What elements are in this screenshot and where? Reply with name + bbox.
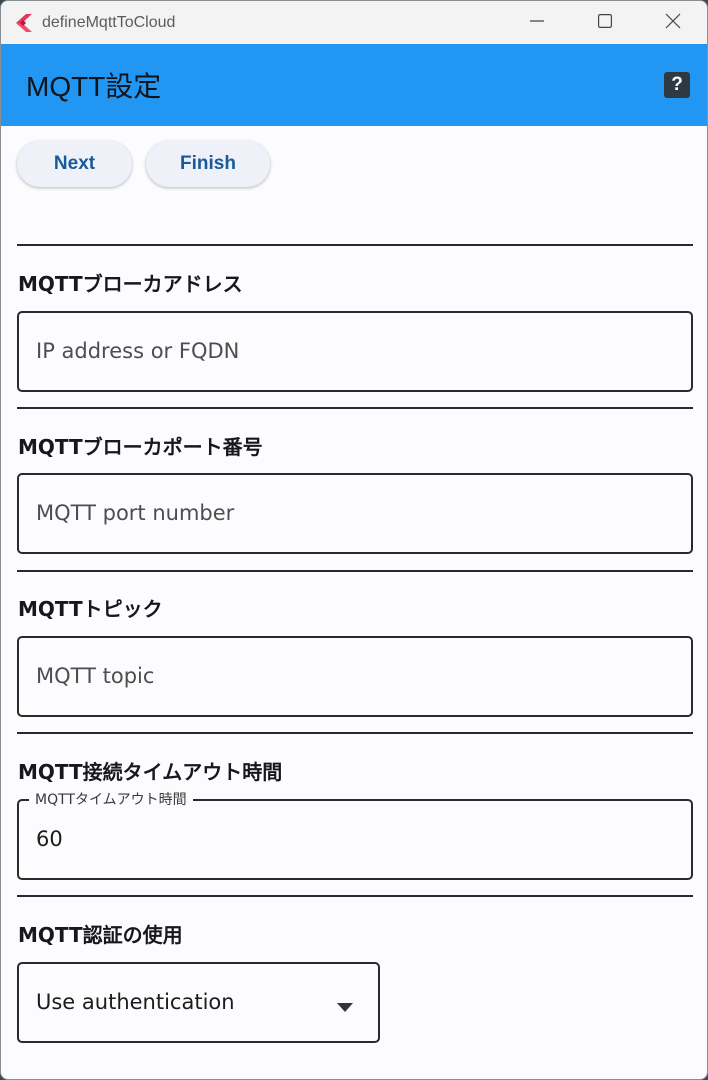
topic-label: MQTTトピック	[18, 597, 163, 621]
app-window: defineMqttToCloud MQTT設定 ? Next Finish M…	[0, 0, 708, 1080]
section-divider	[17, 570, 693, 572]
broker-port-label: MQTTブローカポート番号	[18, 435, 263, 459]
section-divider	[17, 732, 693, 734]
close-icon	[665, 13, 681, 33]
close-button[interactable]	[639, 1, 707, 44]
action-buttons: Next Finish	[17, 141, 270, 187]
page-title: MQTT設定	[26, 71, 162, 102]
timeout-field[interactable]: MQTTタイムアウト時間	[17, 789, 693, 880]
broker-port-field[interactable]	[17, 473, 693, 554]
section-divider	[17, 407, 693, 409]
window-controls	[503, 1, 707, 44]
broker-address-input[interactable]	[36, 313, 676, 390]
auth-label: MQTT認証の使用	[18, 923, 183, 947]
minimize-icon	[530, 13, 544, 32]
maximize-button[interactable]	[571, 1, 639, 44]
topic-input[interactable]	[36, 638, 676, 715]
window-titlebar[interactable]: defineMqttToCloud	[1, 1, 707, 44]
topic-field[interactable]	[17, 636, 693, 717]
section-divider	[17, 244, 693, 246]
next-button[interactable]: Next	[17, 141, 132, 187]
broker-port-input[interactable]	[36, 475, 676, 552]
maximize-icon	[598, 13, 613, 32]
broker-address-field[interactable]	[17, 311, 693, 392]
section-divider	[17, 895, 693, 897]
app-bar: MQTT設定 ?	[1, 44, 707, 126]
minimize-button[interactable]	[503, 1, 571, 44]
flutter-logo-icon	[16, 13, 32, 32]
finish-button[interactable]: Finish	[146, 141, 270, 187]
timeout-input[interactable]	[36, 801, 676, 878]
auth-dropdown[interactable]: Use authentication	[17, 962, 380, 1043]
timeout-label: MQTT接続タイムアウト時間	[18, 760, 283, 784]
dropdown-arrow-icon	[337, 997, 353, 1016]
broker-address-label: MQTTブローカアドレス	[18, 272, 243, 296]
help-icon[interactable]: ?	[664, 72, 690, 98]
window-title: defineMqttToCloud	[42, 13, 176, 31]
auth-selected-value: Use authentication	[36, 990, 235, 1014]
